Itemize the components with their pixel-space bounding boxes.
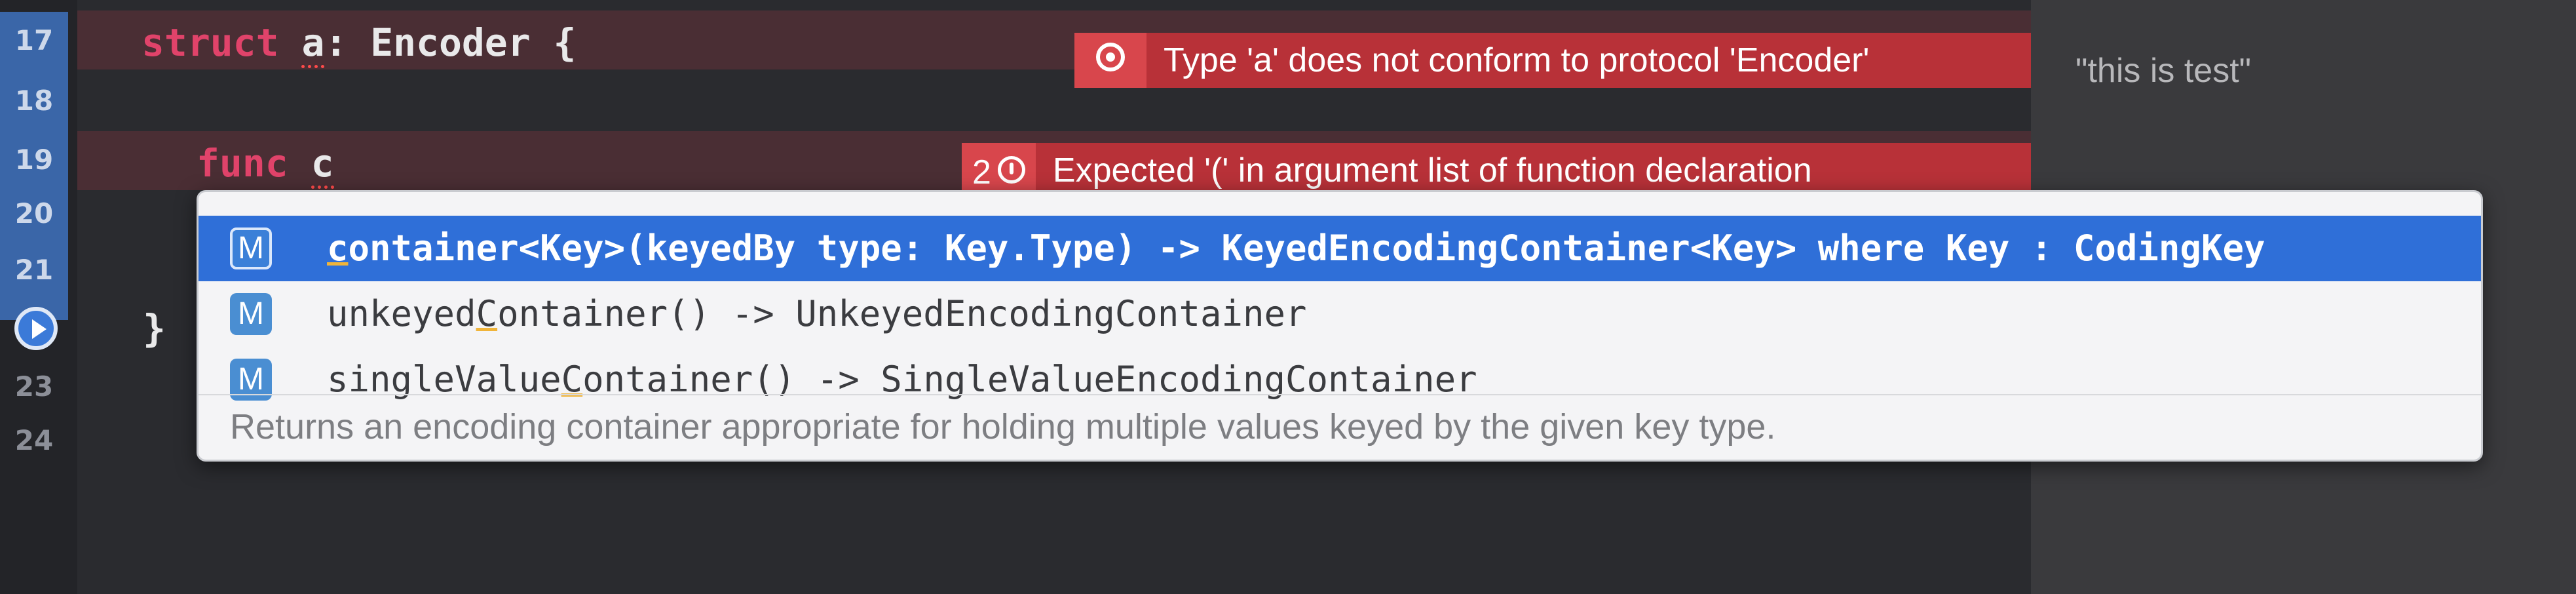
line-number: 18 <box>14 85 54 117</box>
match-highlight: c <box>327 228 349 269</box>
line-number: 19 <box>14 144 54 176</box>
method-icon: M <box>230 293 272 335</box>
line-number-gutter[interactable]: 17 18 19 20 21 23 24 <box>0 0 77 594</box>
completion-item[interactable]: M unkeyedContainer() -> UnkeyedEncodingC… <box>199 281 2481 347</box>
keyword: func <box>197 141 288 186</box>
result-value: "this is test" <box>2075 52 2252 90</box>
signature-prefix: unkeyed <box>327 293 476 334</box>
completion-item[interactable]: M container<Key>(keyedBy type: Key.Type)… <box>199 216 2481 281</box>
error-icon-container <box>1074 33 1146 88</box>
completion-documentation: Returns an encoding container appropriat… <box>230 407 1776 446</box>
error-count: 2 <box>972 153 991 191</box>
line-number: 21 <box>14 254 54 286</box>
line-number: 23 <box>14 370 54 403</box>
error-icon <box>997 156 1025 184</box>
match-highlight: C <box>476 293 498 334</box>
struct-name: a <box>301 20 325 68</box>
error-message: Expected '(' in argument list of functio… <box>1052 151 1812 189</box>
code-line-17[interactable]: struct a: Encoder { <box>142 13 576 72</box>
keyword: struct <box>142 20 279 65</box>
error-banner[interactable]: Type 'a' does not conform to protocol 'E… <box>1074 33 2057 88</box>
error-icon <box>1096 43 1125 71</box>
code-text: : Encoder { <box>324 20 577 65</box>
line-number: 20 <box>14 197 54 229</box>
code-line-22[interactable]: } <box>143 299 166 358</box>
code-line-19[interactable]: func c <box>197 134 334 193</box>
function-name: c <box>311 141 334 189</box>
completion-signature: unkeyedContainer() -> UnkeyedEncodingCon… <box>327 281 1307 347</box>
completion-signature: container<Key>(keyedBy type: Key.Type) -… <box>327 216 2265 281</box>
popup-divider <box>199 394 2481 395</box>
closing-brace: } <box>143 306 166 351</box>
signature-suffix: ontainer<Key>(keyedBy type: Key.Type) ->… <box>348 228 2265 269</box>
error-message: Type 'a' does not conform to protocol 'E… <box>1164 41 1870 79</box>
line-number: 24 <box>14 424 54 456</box>
breakpoint-play-icon[interactable] <box>14 307 58 350</box>
method-icon: M <box>230 228 272 269</box>
code-completion-popup[interactable]: M container<Key>(keyedBy type: Key.Type)… <box>197 190 2483 462</box>
line-number: 17 <box>14 24 54 56</box>
signature-suffix: ontainer() -> UnkeyedEncodingContainer <box>497 293 1307 334</box>
